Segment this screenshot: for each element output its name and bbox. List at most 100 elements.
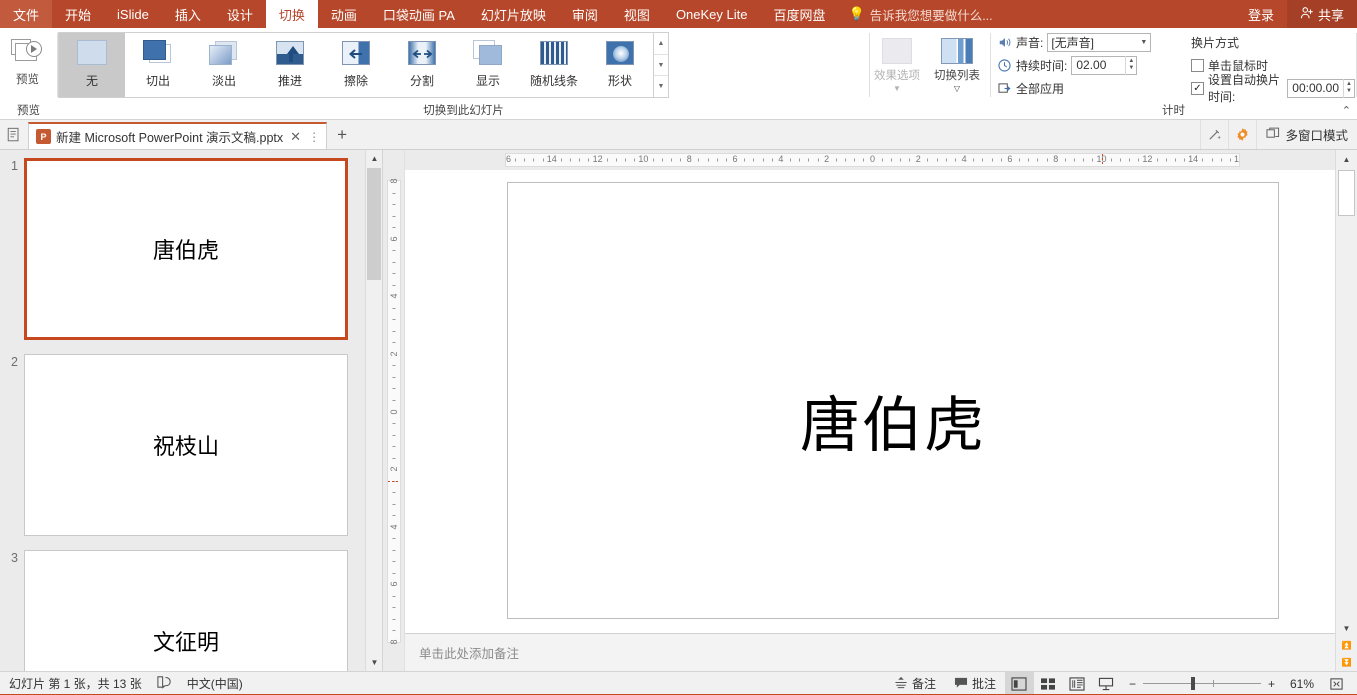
transition-list-button[interactable]: 切换列表 ▽: [926, 32, 988, 93]
transition-shape[interactable]: 形状: [587, 33, 653, 97]
notes-pane[interactable]: 单击此处添加备注: [405, 633, 1335, 671]
advance-after-input[interactable]: 00:00.00 ▲ ▼: [1287, 78, 1355, 98]
gallery-scroll-up-icon[interactable]: ▲: [654, 33, 668, 55]
share-button[interactable]: 共享: [1286, 0, 1357, 28]
slide-canvas[interactable]: 唐伯虎: [507, 182, 1279, 619]
scroll-down-icon[interactable]: ▼: [366, 654, 382, 671]
ruler-tick-mark: [909, 158, 911, 162]
document-list-icon[interactable]: [0, 120, 28, 149]
zoom-handle[interactable]: [1190, 677, 1195, 690]
advance-after-spinner[interactable]: ▲ ▼: [1343, 78, 1354, 98]
document-tab[interactable]: P 新建 Microsoft PowerPoint 演示文稿.pptx ✕ ⋮: [28, 122, 328, 149]
view-reading-button[interactable]: [1063, 672, 1092, 695]
effect-options-button[interactable]: 效果选项 ▼: [870, 32, 924, 93]
push-transition-icon: [273, 40, 307, 67]
ruler-tick-mark: [725, 158, 727, 162]
advance-after-checkbox[interactable]: ✓: [1191, 81, 1204, 95]
duration-spinner[interactable]: ▲ ▼: [1125, 55, 1136, 75]
thumbnail-scrollbar[interactable]: ▲ ▼: [365, 150, 382, 671]
on-mouse-click-checkbox[interactable]: [1191, 58, 1204, 72]
ruler-tick-mark: [1000, 158, 1002, 162]
gallery-scroll-down-icon[interactable]: ▼: [654, 55, 668, 77]
transition-split[interactable]: 分割: [389, 33, 455, 97]
scroll-up-icon[interactable]: ▲: [1336, 150, 1357, 168]
tab-islide[interactable]: iSlide: [104, 0, 162, 28]
zoom-track[interactable]: [1142, 677, 1261, 690]
tab-animations[interactable]: 动画: [318, 0, 370, 28]
apply-all-row[interactable]: 全部应用: [997, 78, 1183, 98]
slide-title-text[interactable]: 唐伯虎: [800, 377, 986, 464]
ruler-tick-mark: [392, 618, 396, 620]
zoom-percentage[interactable]: 61%: [1282, 677, 1314, 691]
transition-push[interactable]: 推进: [257, 33, 323, 97]
tab-insert[interactable]: 插入: [162, 0, 214, 28]
slide-thumbnail-2[interactable]: 2 祝枝山: [0, 354, 365, 536]
tab-slideshow[interactable]: 幻灯片放映: [468, 0, 559, 28]
slide-thumbnail-3[interactable]: 3 文征明: [0, 550, 365, 671]
ruler-tick-label: 4: [961, 154, 967, 164]
tab-pocket-animation[interactable]: 口袋动画 PA: [370, 0, 468, 28]
scrollbar-track[interactable]: [1336, 168, 1357, 619]
tab-onekey-lite[interactable]: OneKey Lite: [663, 0, 761, 28]
close-icon[interactable]: ✕: [288, 129, 303, 145]
scrollbar-thumb[interactable]: [1338, 170, 1355, 216]
gallery-more-icon[interactable]: ▼: [654, 76, 668, 97]
transition-cut[interactable]: 切出: [125, 33, 191, 97]
slide-thumbnail-1[interactable]: 1 唐伯虎: [0, 158, 365, 340]
preview-button[interactable]: 预览: [0, 32, 55, 87]
tab-design[interactable]: 设计: [214, 0, 266, 28]
more-options-icon[interactable]: ⋮: [308, 130, 320, 144]
ruler-tick-mark: [890, 158, 892, 162]
zoom-slider[interactable]: − + 61%: [1121, 677, 1322, 691]
ruler-tick-mark: [1119, 158, 1121, 162]
tabbar-spacer: [357, 120, 1200, 149]
view-slide-sorter-button[interactable]: [1034, 672, 1063, 695]
ruler-tick-mark: [392, 273, 396, 275]
signin-button[interactable]: 登录: [1235, 0, 1287, 28]
new-tab-button[interactable]: +: [327, 120, 357, 149]
slide-thumbnail-preview[interactable]: 祝枝山: [24, 354, 348, 536]
view-slideshow-button[interactable]: [1092, 672, 1121, 695]
sound-select[interactable]: [无声音] ▼: [1047, 32, 1152, 52]
gear-icon[interactable]: [1228, 120, 1256, 149]
tab-transitions[interactable]: 切换: [265, 0, 318, 28]
duration-input[interactable]: 02.00 ▲ ▼: [1071, 55, 1138, 75]
next-slide-icon[interactable]: ⏬: [1336, 654, 1357, 671]
previous-slide-icon[interactable]: ⏫: [1336, 637, 1357, 654]
transition-fade[interactable]: 淡出: [191, 33, 257, 97]
transition-random-bars[interactable]: 随机线条: [521, 33, 587, 97]
chevron-down-icon: ▼: [1140, 38, 1148, 46]
multi-window-mode-button[interactable]: 多窗口模式: [1256, 120, 1357, 149]
collapse-ribbon-button[interactable]: ⌃: [1342, 104, 1351, 117]
tab-review[interactable]: 审阅: [559, 0, 611, 28]
magic-wand-icon[interactable]: [1200, 120, 1228, 149]
ruler-tick-mark: [881, 158, 883, 162]
ruler-tick-mark: [753, 158, 755, 162]
scroll-down-icon[interactable]: ▼: [1336, 619, 1357, 637]
tab-file[interactable]: 文件: [0, 0, 53, 28]
tab-home[interactable]: 开始: [52, 0, 104, 28]
scroll-up-icon[interactable]: ▲: [366, 150, 382, 167]
notes-button[interactable]: 备注: [885, 672, 945, 695]
canvas-vertical-scrollbar[interactable]: ▲ ▼ ⏫ ⏬: [1335, 150, 1357, 671]
gallery-scrollbar[interactable]: ▲ ▼ ▼: [654, 32, 669, 98]
view-normal-button[interactable]: [1004, 671, 1034, 695]
transition-reveal[interactable]: 显示: [455, 33, 521, 97]
zoom-in-button[interactable]: +: [1268, 677, 1275, 691]
transition-none[interactable]: 无: [59, 33, 125, 97]
slide-thumbnail-preview[interactable]: 唐伯虎: [24, 158, 348, 340]
ruler-tick-mark: [588, 158, 590, 162]
language-indicator[interactable]: 中文(中国): [187, 675, 243, 692]
comments-button[interactable]: 批注: [945, 672, 1005, 695]
zoom-out-button[interactable]: −: [1129, 677, 1136, 691]
advance-after-row[interactable]: ✓ 设置自动换片时间: 00:00.00 ▲ ▼: [1191, 73, 1355, 104]
tell-me-box[interactable]: 💡 告诉我您想要做什么...: [839, 0, 1003, 28]
tab-baidu-netdisk[interactable]: 百度网盘: [760, 0, 838, 28]
transition-wipe[interactable]: 擦除: [323, 33, 389, 97]
spell-check-icon[interactable]: [156, 675, 173, 692]
transition-none-label: 无: [85, 74, 98, 88]
fit-to-window-button[interactable]: [1322, 672, 1351, 695]
slide-thumbnail-preview[interactable]: 文征明: [24, 550, 348, 671]
scrollbar-thumb[interactable]: [367, 168, 381, 280]
tab-view[interactable]: 视图: [611, 0, 663, 28]
